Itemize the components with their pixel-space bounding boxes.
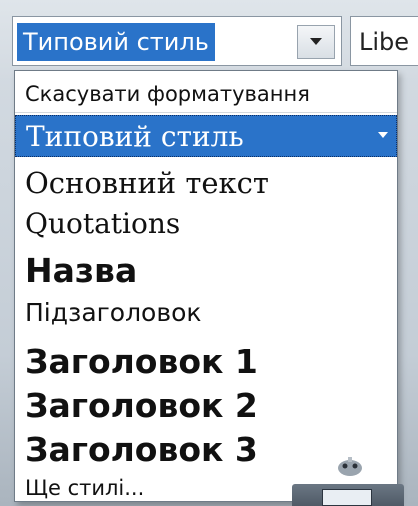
app-frame: Типовий стиль Libe Скасувати форматуванн…	[0, 0, 418, 506]
chevron-down-icon[interactable]	[378, 132, 388, 139]
style-item-default-label: Типовий стиль	[26, 120, 244, 153]
document-icon	[322, 489, 372, 506]
style-item-heading-1[interactable]: Заголовок 1	[15, 339, 397, 385]
formatting-toolbar: Типовий стиль Libe	[0, 0, 418, 78]
paragraph-style-value[interactable]: Типовий стиль	[17, 23, 215, 61]
taskbar-window-thumbnail[interactable]	[292, 484, 404, 506]
paragraph-style-combo[interactable]: Типовий стиль	[12, 16, 342, 66]
robot-icon	[338, 457, 362, 476]
paragraph-style-list: Скасувати форматування Типовий стиль Осн…	[14, 70, 398, 502]
style-item-quotations[interactable]: Quotations	[15, 203, 397, 245]
style-item-title[interactable]: Назва	[15, 249, 397, 293]
clear-formatting-item[interactable]: Скасувати форматування	[15, 75, 397, 113]
font-name-value[interactable]: Libe	[359, 23, 409, 61]
style-dropdown-button[interactable]	[297, 25, 335, 59]
style-item-heading-2[interactable]: Заголовок 2	[15, 383, 397, 429]
style-item-subtitle[interactable]: Підзаголовок	[15, 293, 397, 333]
chevron-down-icon	[310, 38, 322, 45]
font-name-combo[interactable]: Libe	[350, 16, 418, 66]
style-item-body-text[interactable]: Основний текст	[15, 161, 397, 205]
style-item-default-selected[interactable]: Типовий стиль	[15, 115, 397, 157]
